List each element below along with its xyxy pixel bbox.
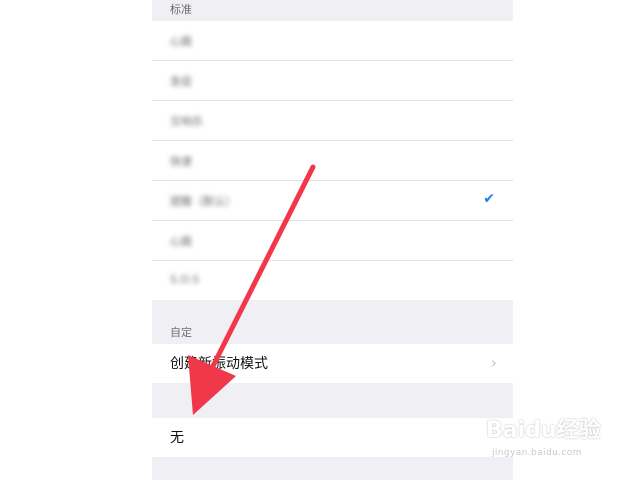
watermark-url: jingyan.baidu.com	[492, 448, 582, 458]
red-annotation-arrow	[188, 164, 316, 415]
arrow-shaft	[208, 164, 316, 373]
watermark-logo: Baidu经验	[486, 418, 601, 443]
baidu-jingyan-watermark: Baidu经验 jingyan.baidu.com	[486, 410, 604, 468]
